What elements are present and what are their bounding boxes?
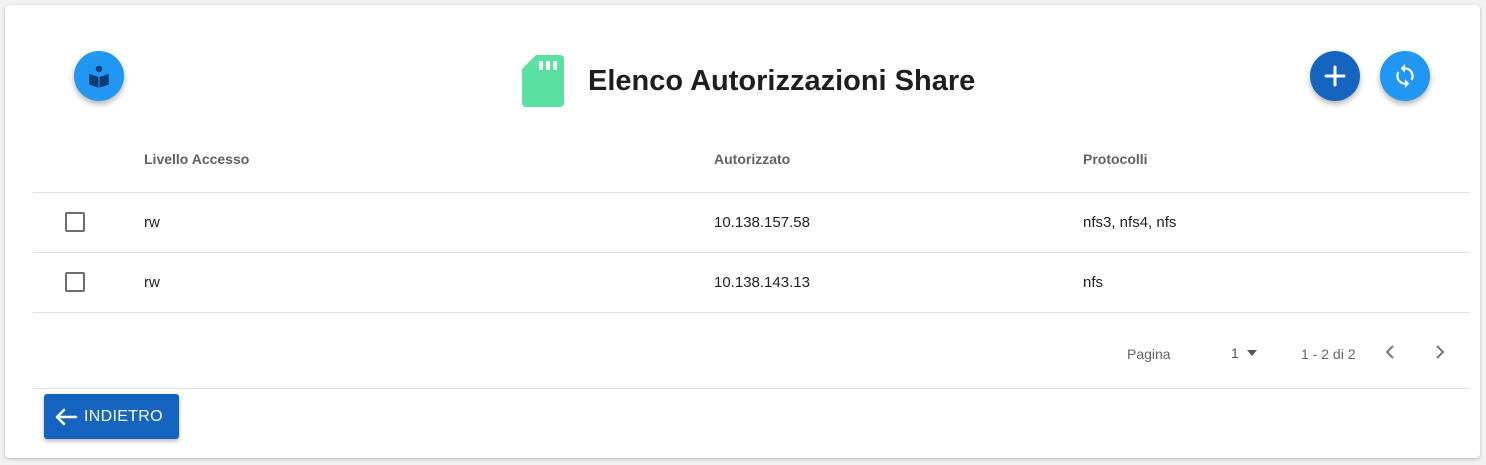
page-header: Elenco Autorizzazioni Share — [522, 55, 975, 107]
cell-authorized: 10.138.157.58 — [714, 214, 810, 231]
next-page-button[interactable] — [1428, 340, 1452, 364]
sd-card-icon — [522, 55, 564, 107]
chevron-right-icon — [1436, 345, 1445, 359]
arrow-left-icon — [55, 408, 78, 425]
chevron-left-icon — [1385, 345, 1394, 359]
share-authorizations-card: Elenco Autorizzazioni Share Livello Acce… — [5, 5, 1480, 458]
cell-protocols: nfs3, nfs4, nfs — [1083, 214, 1177, 231]
column-header-protocols[interactable]: Protocolli — [1083, 151, 1148, 167]
back-button-label: INDIETRO — [84, 407, 163, 425]
column-header-authorized[interactable]: Autorizzato — [714, 151, 790, 167]
caret-down-icon — [1246, 350, 1257, 356]
cell-access: rw — [144, 274, 160, 291]
page-label: Pagina — [1127, 346, 1171, 362]
add-authorization-button[interactable] — [1310, 51, 1360, 101]
row-checkbox[interactable] — [65, 212, 85, 232]
refresh-button[interactable] — [1380, 51, 1430, 101]
plus-icon — [1324, 65, 1346, 87]
page-select[interactable]: 1 — [1231, 342, 1257, 364]
cell-authorized: 10.138.143.13 — [714, 274, 810, 291]
table-row[interactable]: rw 10.138.157.58 nfs3, nfs4, nfs — [33, 193, 1470, 253]
back-button[interactable]: INDIETRO — [44, 394, 179, 439]
page-range: 1 - 2 di 2 — [1301, 346, 1356, 362]
book-reader-icon — [89, 65, 109, 88]
pagination: Pagina 1 1 - 2 di 2 — [33, 318, 1470, 389]
refresh-icon — [1396, 64, 1414, 88]
cell-access: rw — [144, 214, 160, 231]
table-header: Livello Accesso Autorizzato Protocolli — [33, 132, 1470, 193]
cell-protocols: nfs — [1083, 274, 1104, 291]
row-checkbox[interactable] — [65, 272, 85, 292]
column-header-access[interactable]: Livello Accesso — [144, 151, 249, 167]
page-title: Elenco Autorizzazioni Share — [588, 64, 976, 97]
help-button[interactable] — [74, 51, 124, 101]
page-select-value: 1 — [1231, 345, 1239, 361]
previous-page-button[interactable] — [1378, 340, 1402, 364]
table-row[interactable]: rw 10.138.143.13 nfs — [33, 253, 1470, 313]
authorizations-table: Livello Accesso Autorizzato Protocolli r… — [33, 132, 1470, 313]
